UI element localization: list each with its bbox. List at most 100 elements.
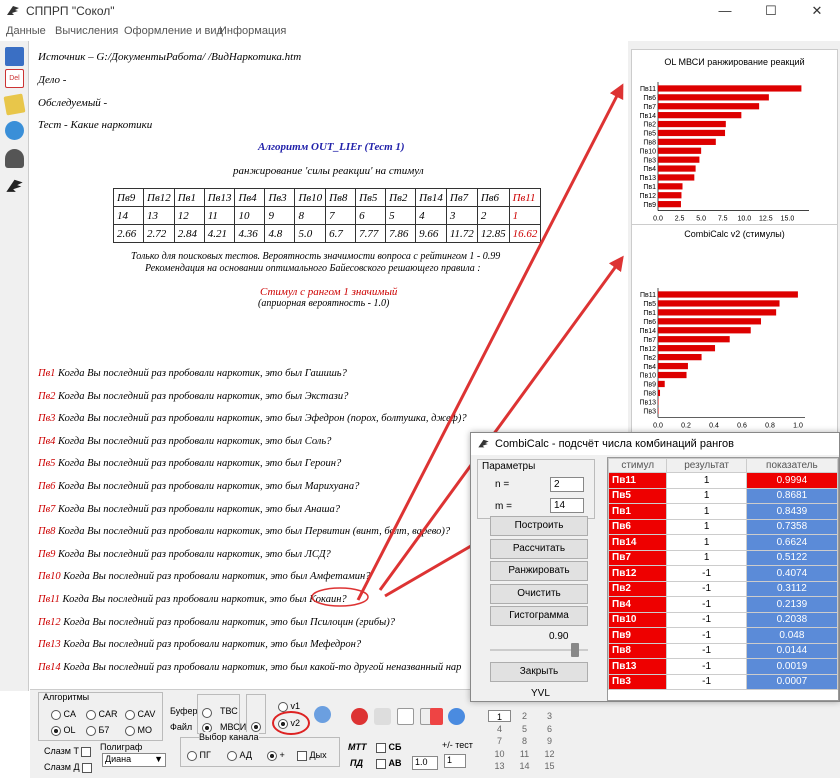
polygraph-select[interactable]: Диана ▼ [102, 753, 166, 767]
number-button-10[interactable]: 10 [488, 748, 511, 760]
number-button-12[interactable]: 12 [538, 748, 561, 760]
chart-icon[interactable] [374, 708, 391, 725]
close-button[interactable]: ✕ [794, 0, 840, 22]
table-row[interactable]: Пв7 1 0.5122 [608, 549, 838, 566]
slazm-t[interactable]: Слазм Т [44, 746, 92, 757]
table-row[interactable]: Пв14 1 0.6624 [608, 534, 838, 551]
menu-appearance[interactable]: Оформление и вид [124, 25, 223, 37]
av-checkbox[interactable]: AB [376, 758, 402, 769]
histogram-button[interactable]: Гистограмма [490, 606, 588, 626]
alg-car[interactable]: CAR [86, 709, 118, 720]
info-icon[interactable] [448, 708, 465, 725]
m-spinner[interactable]: 14 [550, 498, 584, 513]
number-button-2[interactable]: 2 [513, 710, 536, 722]
rank-button[interactable]: Ранжировать [490, 561, 588, 581]
alg-cav[interactable]: CAV [125, 709, 155, 720]
minimize-button[interactable]: — [702, 0, 748, 22]
number-button-4[interactable]: 4 [488, 723, 511, 735]
menu-calculations[interactable]: Вычисления [55, 25, 118, 37]
radio-icon [278, 701, 288, 712]
number-button-11[interactable]: 11 [513, 748, 536, 760]
x-tick-label: 12.5 [759, 216, 773, 223]
table-cell-header: Пв10 [294, 188, 327, 207]
indicator-cell: 0.8681 [745, 487, 838, 504]
grid-header-row: стимул результат показатель [608, 458, 838, 473]
stimulus-cell: Пв12 [608, 565, 668, 582]
number-button-3[interactable]: 3 [538, 710, 561, 722]
head-profile-icon[interactable] [5, 121, 24, 140]
channel-pg[interactable]: ПГ [187, 750, 211, 761]
bar-Пв6 [658, 318, 762, 325]
number-button-8[interactable]: 8 [513, 735, 536, 747]
number-button-13[interactable]: 13 [488, 760, 511, 772]
maximize-button[interactable]: ☐ [748, 0, 794, 22]
falcon-icon[interactable] [5, 177, 24, 196]
question-text: Когда Вы последний раз пробовали наркоти… [60, 571, 371, 583]
pdf-icon[interactable] [430, 708, 443, 725]
number-button-14[interactable]: 14 [513, 760, 536, 772]
number-button-7[interactable]: 7 [488, 735, 511, 747]
alg-b7[interactable]: Б7 [86, 725, 109, 736]
bar-Пв7 [658, 103, 760, 110]
record-icon[interactable] [351, 708, 368, 725]
table-row[interactable]: Пв4 -1 0.2139 [608, 596, 838, 613]
n-spinner[interactable]: 2 [550, 477, 584, 492]
table-row[interactable]: Пв8 -1 0.0144 [608, 642, 838, 659]
build-button[interactable]: Построить [490, 516, 588, 536]
channel-plus[interactable]: + [267, 750, 285, 761]
calculator-icon[interactable] [5, 47, 24, 66]
control-panel: Алгоритмы CA CAR CAV OL Б7 МО Слазм Т Сл… [30, 689, 840, 778]
number-button-1[interactable]: 1 [488, 710, 511, 722]
alg-label: CAR [98, 709, 118, 719]
slazm-d[interactable]: Слазм Д [44, 762, 93, 773]
table-row[interactable]: Пв12 -1 0.4074 [608, 565, 838, 582]
menu-information[interactable]: Информация [219, 25, 286, 37]
channel-ad[interactable]: АД [227, 750, 252, 761]
col-stimulus[interactable]: стимул [608, 458, 668, 473]
col-indicator[interactable]: показатель [745, 458, 838, 473]
tick-label: Пв3 [643, 409, 656, 416]
alg-ol[interactable]: OL [51, 725, 76, 736]
table-row[interactable]: Пв1 1 0.8439 [608, 503, 838, 520]
threshold-slider-thumb[interactable] [571, 643, 579, 657]
number-button-9[interactable]: 9 [538, 735, 561, 747]
refresh-icon[interactable] [314, 706, 331, 723]
menu-bar: Данные Вычисления Оформление и вид Инфор… [0, 23, 840, 41]
mtt-label: МТТ [348, 742, 367, 752]
notes-icon[interactable] [3, 93, 26, 116]
table-cell-value: 2.84 [173, 224, 205, 243]
test-spinner[interactable]: 1 [444, 754, 466, 768]
question-text: Когда Вы последний раз пробовали наркоти… [55, 390, 349, 402]
col-result[interactable]: результат [666, 458, 747, 473]
menu-data[interactable]: Данные [6, 25, 46, 37]
table-cell-header: Пв13 [203, 188, 236, 207]
table-row[interactable]: Пв2 -1 0.3112 [608, 580, 838, 597]
delete-icon[interactable]: Del [5, 69, 24, 88]
tick-label: Пв5 [643, 131, 656, 138]
table-row[interactable]: Пв10 -1 0.2038 [608, 611, 838, 628]
table-cell-rank: 7 [325, 206, 357, 225]
channel-breath[interactable]: Дых [297, 750, 327, 761]
table-row[interactable]: Пв5 1 0.8681 [608, 487, 838, 504]
tvs-option[interactable] [202, 707, 212, 718]
calculate-button[interactable]: Рассчитать [490, 539, 588, 559]
table-row[interactable]: Пв3 -1 0.0007 [608, 673, 838, 690]
table-row[interactable]: Пв11 1 0.9994 [608, 472, 838, 489]
number-button-15[interactable]: 15 [538, 760, 561, 772]
polygraph-label: Полиграф [100, 742, 143, 752]
table-row[interactable]: Пв9 -1 0.048 [608, 627, 838, 644]
table-row[interactable]: Пв6 1 0.7358 [608, 518, 838, 535]
params-label: Параметры [482, 461, 536, 472]
flask-icon[interactable] [5, 149, 24, 168]
sb-checkbox[interactable]: СБ [376, 742, 401, 753]
clear-button[interactable]: Очистить [490, 584, 588, 604]
number-button-6[interactable]: 6 [538, 723, 561, 735]
table-cell-value: 2.72 [143, 224, 175, 243]
close-dialog-button[interactable]: Закрыть [490, 662, 588, 682]
number-button-5[interactable]: 5 [513, 723, 536, 735]
table-row[interactable]: Пв13 -1 0.0019 [608, 658, 838, 675]
alg-ca[interactable]: CA [51, 709, 76, 720]
av-input[interactable]: 1.0 [412, 756, 438, 770]
alg-mo[interactable]: МО [125, 725, 152, 736]
document-icon[interactable] [397, 708, 414, 725]
